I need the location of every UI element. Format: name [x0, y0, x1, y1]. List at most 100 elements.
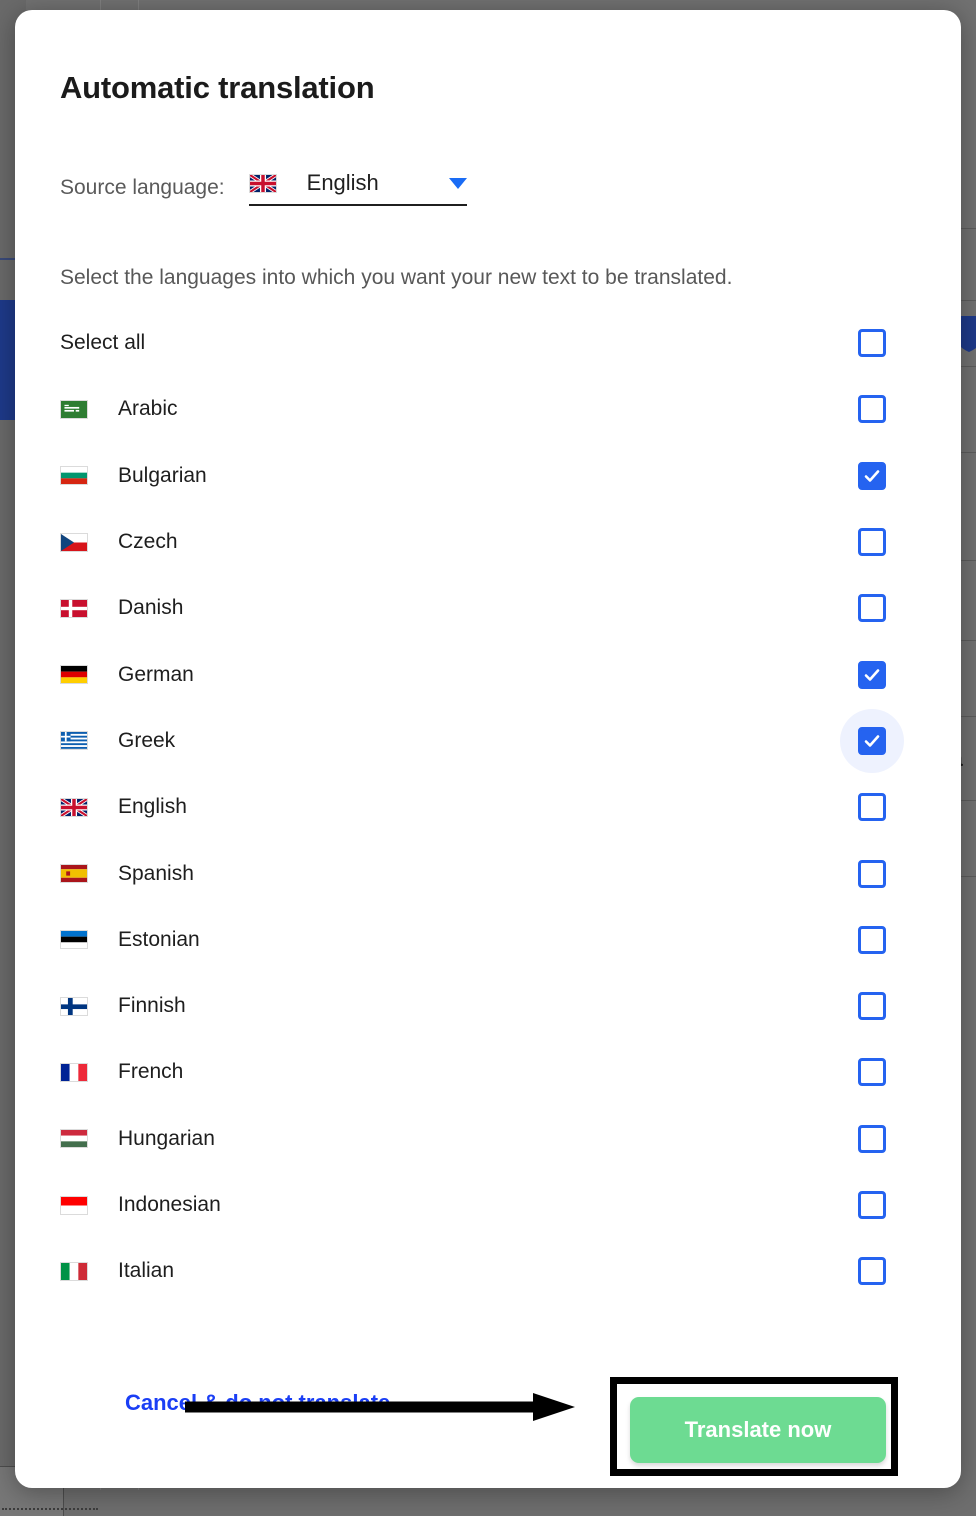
- language-row[interactable]: Finnish: [60, 973, 916, 1039]
- language-row[interactable]: Indonesian: [60, 1172, 916, 1238]
- language-checkbox-wrap[interactable]: [840, 974, 904, 1038]
- language-checkbox[interactable]: [858, 461, 886, 490]
- language-checkbox[interactable]: [858, 925, 886, 954]
- language-flag-cell: [60, 399, 118, 419]
- language-checkbox[interactable]: [858, 793, 886, 822]
- flag-fi-icon: [60, 996, 88, 1016]
- language-label: Italian: [118, 1259, 175, 1283]
- language-checkbox-wrap[interactable]: [840, 444, 904, 508]
- language-flag-cell: [60, 1129, 118, 1149]
- select-all-label: Select all: [60, 331, 146, 355]
- dialog-title: Automatic translation: [60, 70, 375, 105]
- flag-gr-icon: [60, 731, 88, 751]
- language-checkbox[interactable]: [858, 594, 886, 623]
- language-label: Arabic: [118, 397, 178, 421]
- language-label: Czech: [118, 530, 178, 554]
- language-flag-cell: [60, 731, 118, 751]
- language-checkbox[interactable]: [858, 992, 886, 1021]
- language-checkbox-wrap[interactable]: [840, 510, 904, 574]
- language-checkbox-wrap[interactable]: [840, 1040, 904, 1104]
- flag-gb-icon: [60, 797, 88, 817]
- language-checkbox-wrap[interactable]: [840, 708, 904, 773]
- flag-ee-icon: [60, 930, 88, 950]
- source-language-select[interactable]: English: [248, 170, 467, 206]
- language-row[interactable]: Greek: [60, 708, 916, 774]
- language-checkbox-wrap[interactable]: [840, 1239, 904, 1303]
- language-checkbox-wrap[interactable]: [840, 1107, 904, 1171]
- flag-cz-icon: [60, 532, 88, 552]
- language-row[interactable]: French: [60, 1039, 916, 1105]
- automatic-translation-dialog: Automatic translation Source language: E…: [15, 10, 961, 1488]
- language-row[interactable]: Danish: [60, 575, 916, 641]
- language-checkbox-wrap[interactable]: [840, 377, 904, 441]
- language-checkbox-wrap[interactable]: [840, 842, 904, 906]
- language-checkbox-wrap[interactable]: [840, 576, 904, 640]
- language-checkbox[interactable]: [858, 726, 886, 755]
- language-label: German: [118, 662, 194, 686]
- chevron-down-icon[interactable]: [448, 177, 467, 189]
- language-row[interactable]: Estonian: [60, 907, 916, 973]
- flag-dk-icon: [60, 598, 88, 618]
- flag-de-icon: [60, 665, 88, 685]
- language-label: Greek: [118, 728, 176, 752]
- language-label: Estonian: [118, 927, 200, 951]
- source-language-value: English: [306, 170, 379, 195]
- language-flag-cell: [60, 532, 118, 552]
- select-all-row[interactable]: Select all: [60, 310, 916, 376]
- check-icon: [864, 469, 880, 482]
- language-label: Finnish: [118, 994, 186, 1018]
- language-row[interactable]: German: [60, 641, 916, 707]
- language-checkbox[interactable]: [858, 395, 886, 424]
- flag-es-icon: [60, 864, 88, 884]
- language-checkbox-wrap[interactable]: [840, 1173, 904, 1237]
- translate-now-button[interactable]: Translate now: [630, 1397, 886, 1463]
- language-label: Danish: [118, 596, 184, 620]
- language-label: French: [118, 1060, 184, 1084]
- language-checkbox[interactable]: [858, 1124, 886, 1153]
- language-row[interactable]: Hungarian: [60, 1106, 916, 1172]
- language-checkbox-wrap[interactable]: [840, 775, 904, 839]
- flag-it-icon: [60, 1261, 88, 1281]
- language-checkbox[interactable]: [858, 859, 886, 888]
- language-checkbox[interactable]: [858, 528, 886, 557]
- source-language-label: Source language:: [60, 176, 225, 199]
- select-all-checkbox-wrap[interactable]: [840, 311, 904, 375]
- language-flag-cell: [60, 598, 118, 618]
- language-row[interactable]: Arabic: [60, 376, 916, 442]
- language-row[interactable]: English: [60, 774, 916, 840]
- language-checkbox-wrap[interactable]: [840, 908, 904, 972]
- language-list: Select all Arabic Bulgarian Czech Danish Ger…: [60, 310, 916, 1304]
- flag-id-icon: [60, 1195, 88, 1215]
- dialog-description: Select the languages into which you want…: [60, 266, 733, 289]
- language-label: Indonesian: [118, 1193, 221, 1216]
- language-flag-cell: [60, 466, 118, 486]
- check-icon: [864, 735, 880, 747]
- language-row[interactable]: Spanish: [60, 840, 916, 906]
- check-icon: [864, 668, 880, 681]
- language-label: Hungarian: [118, 1126, 215, 1150]
- language-label: Spanish: [118, 861, 194, 885]
- language-checkbox-wrap[interactable]: [840, 643, 904, 707]
- flag-fr-icon: [60, 1062, 88, 1082]
- language-row[interactable]: Italian: [60, 1238, 916, 1304]
- language-row[interactable]: Bulgarian: [60, 443, 916, 509]
- language-checkbox[interactable]: [858, 1257, 886, 1286]
- language-flag-cell: [60, 864, 118, 884]
- language-flag-cell: [60, 1195, 118, 1215]
- language-flag-cell: [60, 797, 118, 817]
- language-checkbox[interactable]: [858, 1191, 886, 1219]
- select-all-checkbox[interactable]: [858, 329, 886, 358]
- background-dotted-divider: [2, 1508, 98, 1510]
- language-flag-cell: [60, 1062, 118, 1082]
- dialog-footer: Cancel & do not translate Translate now: [15, 1358, 961, 1478]
- language-label: English: [118, 795, 187, 819]
- language-flag-cell: [60, 930, 118, 950]
- flag-bg-icon: [60, 466, 88, 486]
- language-flag-cell: [60, 1261, 118, 1281]
- cancel-link[interactable]: Cancel & do not translate: [125, 1390, 390, 1416]
- language-checkbox[interactable]: [858, 1058, 886, 1087]
- source-language-row: Source language: English: [60, 170, 467, 206]
- flag-sa-icon: [60, 399, 88, 419]
- language-row[interactable]: Czech: [60, 509, 916, 575]
- language-checkbox[interactable]: [858, 660, 886, 689]
